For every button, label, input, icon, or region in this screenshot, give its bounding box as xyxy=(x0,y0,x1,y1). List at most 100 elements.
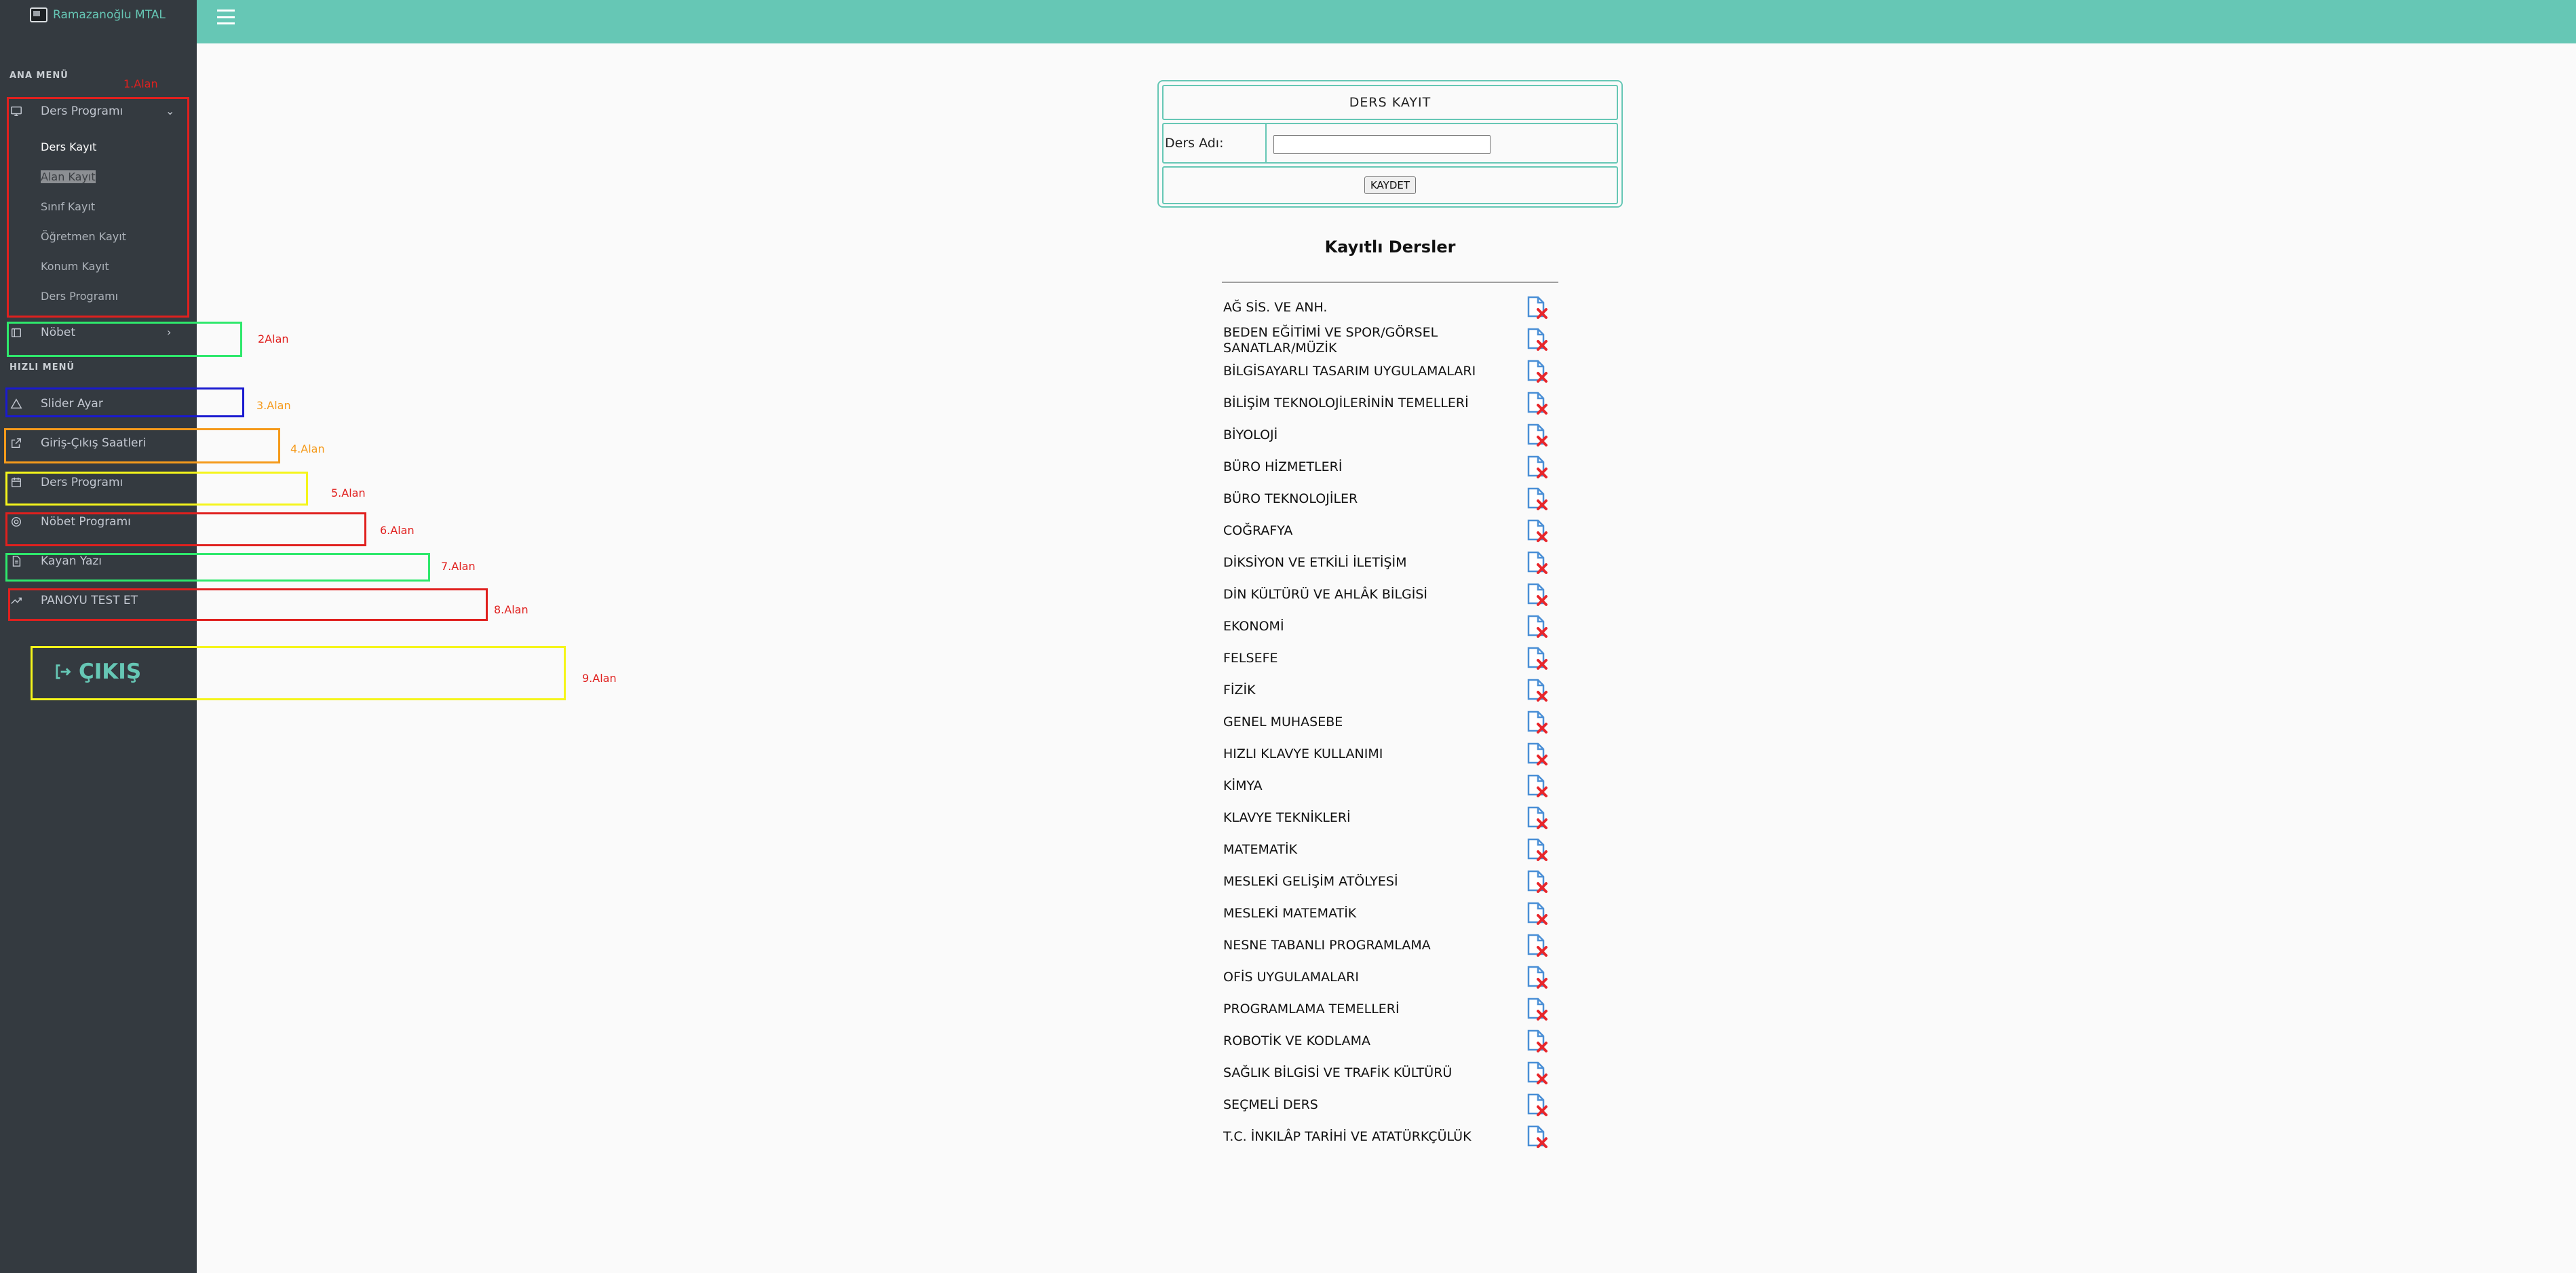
course-name: SAĞLIK BİLGİSİ VE TRAFİK KÜLTÜRÜ xyxy=(1223,1065,1453,1080)
form-title: DERS KAYIT xyxy=(1162,85,1618,120)
course-row: ROBOTİK VE KODLAMA xyxy=(1223,1024,1562,1056)
delete-course-button[interactable] xyxy=(1523,803,1550,831)
course-row: BÜRO TEKNOLOJİLER xyxy=(1223,482,1562,514)
course-name: NESNE TABANLI PROGRAMLAMA xyxy=(1223,938,1431,953)
annotation-box-7 xyxy=(5,553,430,582)
annotation-box-4 xyxy=(4,428,280,463)
course-name: SEÇMELİ DERS xyxy=(1223,1097,1318,1112)
course-name: EKONOMİ xyxy=(1223,619,1284,634)
annotation-box-1 xyxy=(7,97,189,318)
course-row: GENEL MUHASEBE xyxy=(1223,705,1562,737)
course-row: MESLEKİ MATEMATİK xyxy=(1223,896,1562,928)
delete-course-button[interactable] xyxy=(1523,931,1550,958)
file-delete-icon xyxy=(1527,806,1547,829)
ders-kayit-form: DERS KAYIT Ders Adı: KAYDET xyxy=(1157,80,1623,208)
annotation-box-3 xyxy=(5,387,244,417)
top-navbar xyxy=(197,0,2576,43)
delete-course-button[interactable] xyxy=(1523,548,1550,575)
delete-course-button[interactable] xyxy=(1523,293,1550,320)
delete-course-button[interactable] xyxy=(1523,325,1550,352)
annotation-box-9 xyxy=(31,646,566,700)
file-delete-icon xyxy=(1527,1125,1547,1148)
course-row: COĞRAFYA xyxy=(1223,514,1562,546)
delete-course-button[interactable] xyxy=(1523,1090,1550,1118)
course-name: BÜRO HİZMETLERİ xyxy=(1223,459,1343,474)
file-delete-icon xyxy=(1527,519,1547,542)
course-name: FELSEFE xyxy=(1223,651,1278,666)
delete-course-button[interactable] xyxy=(1523,1027,1550,1054)
delete-course-button[interactable] xyxy=(1523,612,1550,639)
course-name: KLAVYE TEKNİKLERİ xyxy=(1223,810,1351,825)
file-delete-icon xyxy=(1527,838,1547,861)
course-row: DİN KÜLTÜRÜ VE AHLÂK BİLGİSİ xyxy=(1223,577,1562,609)
course-name: BİLİŞİM TEKNOLOJİLERİNİN TEMELLERİ xyxy=(1223,396,1469,411)
delete-course-button[interactable] xyxy=(1523,708,1550,735)
annotation-label-6: 6.Alan xyxy=(380,524,415,537)
delete-course-button[interactable] xyxy=(1523,835,1550,862)
course-name: MESLEKİ MATEMATİK xyxy=(1223,906,1357,921)
file-delete-icon xyxy=(1527,998,1547,1021)
course-row: EKONOMİ xyxy=(1223,609,1562,641)
course-row: HIZLI KLAVYE KULLANIMI xyxy=(1223,737,1562,769)
file-delete-icon xyxy=(1527,615,1547,638)
file-delete-icon xyxy=(1527,870,1547,893)
file-delete-icon xyxy=(1527,647,1547,670)
kaydet-button[interactable]: KAYDET xyxy=(1364,176,1417,194)
delete-course-button[interactable] xyxy=(1523,676,1550,703)
main-menu-header: ANA MENÜ xyxy=(9,71,69,81)
file-delete-icon xyxy=(1527,487,1547,510)
file-delete-icon xyxy=(1527,423,1547,446)
delete-course-button[interactable] xyxy=(1523,740,1550,767)
delete-course-button[interactable] xyxy=(1523,644,1550,671)
course-row: BÜRO HİZMETLERİ xyxy=(1223,450,1562,482)
delete-course-button[interactable] xyxy=(1523,516,1550,544)
course-row: AĞ SİS. VE ANH. xyxy=(1223,290,1562,322)
course-row: BİLGİSAYARLI TASARIM UYGULAMALARI xyxy=(1223,354,1562,386)
delete-course-button[interactable] xyxy=(1523,1122,1550,1150)
course-name: PROGRAMLAMA TEMELLERİ xyxy=(1223,1002,1400,1016)
course-name: HIZLI KLAVYE KULLANIMI xyxy=(1223,746,1383,761)
delete-course-button[interactable] xyxy=(1523,580,1550,607)
course-name: DİKSİYON VE ETKİLİ İLETİŞİM xyxy=(1223,555,1407,570)
form-field-row: Ders Adı: xyxy=(1162,123,1618,164)
course-row: NESNE TABANLI PROGRAMLAMA xyxy=(1223,928,1562,960)
delete-course-button[interactable] xyxy=(1523,484,1550,512)
course-name: BÜRO TEKNOLOJİLER xyxy=(1223,491,1358,506)
ders-adi-input[interactable] xyxy=(1273,135,1491,154)
course-row: SAĞLIK BİLGİSİ VE TRAFİK KÜLTÜRÜ xyxy=(1223,1056,1562,1088)
delete-course-button[interactable] xyxy=(1523,453,1550,480)
course-row: FELSEFE xyxy=(1223,641,1562,673)
course-name: BİYOLOJİ xyxy=(1223,428,1278,442)
annotation-label-5: 5.Alan xyxy=(331,487,366,499)
delete-course-button[interactable] xyxy=(1523,389,1550,416)
delete-course-button[interactable] xyxy=(1523,867,1550,894)
file-delete-icon xyxy=(1527,1061,1547,1084)
annotation-box-5 xyxy=(5,472,308,506)
file-delete-icon xyxy=(1527,392,1547,415)
brand[interactable]: Ramazanoğlu MTAL xyxy=(30,5,166,24)
annotation-label-8: 8.Alan xyxy=(494,603,528,616)
delete-course-button[interactable] xyxy=(1523,963,1550,990)
file-delete-icon xyxy=(1527,966,1547,989)
file-delete-icon xyxy=(1527,360,1547,383)
course-row: BİYOLOJİ xyxy=(1223,418,1562,450)
delete-course-button[interactable] xyxy=(1523,357,1550,384)
course-name: FİZİK xyxy=(1223,683,1256,698)
delete-course-button[interactable] xyxy=(1523,995,1550,1022)
annotation-box-8 xyxy=(8,588,488,621)
course-list: AĞ SİS. VE ANH. BEDEN EĞİTİMİ VE SPOR/GÖ… xyxy=(1223,290,1562,1166)
delete-course-button[interactable] xyxy=(1523,899,1550,926)
course-row: DİKSİYON VE ETKİLİ İLETİŞİM xyxy=(1223,546,1562,577)
delete-course-button[interactable] xyxy=(1523,1059,1550,1086)
file-delete-icon xyxy=(1527,296,1547,319)
course-row: PROGRAMLAMA TEMELLERİ xyxy=(1223,992,1562,1024)
file-delete-icon xyxy=(1527,774,1547,797)
quick-menu-header: HIZLI MENÜ xyxy=(9,362,75,373)
course-row: T.C. İNKILÂP TARİHİ VE ATATÜRKÇÜLÜK xyxy=(1223,1120,1562,1152)
brand-logo-icon xyxy=(30,7,47,22)
hamburger-menu-icon[interactable] xyxy=(214,7,237,27)
annotation-box-6 xyxy=(5,512,366,546)
delete-course-button[interactable] xyxy=(1523,421,1550,448)
delete-course-button[interactable] xyxy=(1523,772,1550,799)
course-name: AĞ SİS. VE ANH. xyxy=(1223,300,1328,315)
